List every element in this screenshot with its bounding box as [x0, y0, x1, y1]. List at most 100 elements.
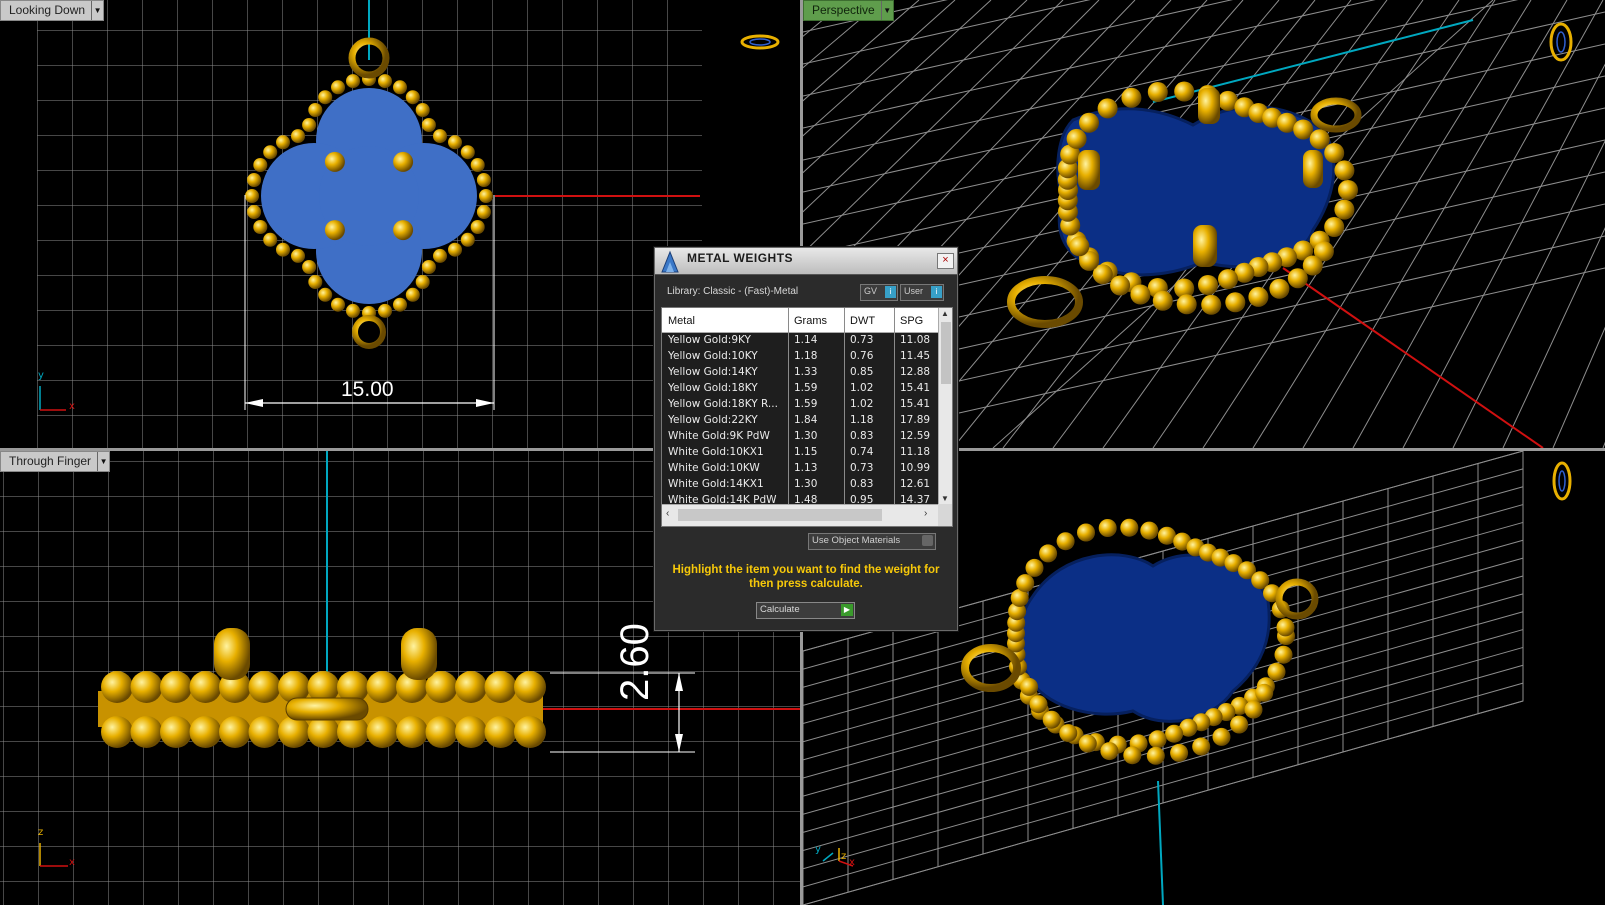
instruction-text: Highlight the item you want to find the … [672, 564, 940, 590]
cell-spg: 11.18 [900, 446, 931, 458]
cell-grams: 1.30 [794, 478, 818, 490]
column-separator [844, 308, 845, 504]
cell-metal: White Gold:10KX1 [668, 446, 764, 458]
table-row[interactable]: White Gold:10KX1 1.15 0.74 11.18 [662, 445, 938, 462]
metal-weights-table[interactable]: Metal Grams DWT SPG Yellow Gold:9KY 1.14 0… [661, 307, 953, 527]
column-header-spg[interactable]: SPG [900, 315, 923, 327]
chevron-down-icon[interactable]: ▼ [91, 1, 103, 20]
viewport-label-text: Through Finger [9, 454, 92, 468]
cell-dwt: 1.18 [850, 414, 874, 426]
table-header: Metal Grams DWT SPG [662, 308, 938, 333]
cell-spg: 11.08 [900, 334, 931, 346]
dialog-title: METAL WEIGHTS [687, 251, 794, 265]
axis-y-label: y [38, 370, 44, 381]
axis-x-label: x [849, 857, 855, 868]
calculate-button[interactable]: Calculate ▶ [756, 602, 855, 619]
use-object-materials-label: Use Object Materials [812, 535, 901, 546]
cell-grams: 1.13 [794, 462, 818, 474]
axis-z-label: z [38, 827, 44, 838]
toggle-indicator-icon [922, 535, 933, 546]
play-icon: ▶ [841, 604, 853, 616]
gv-label: GV [864, 286, 878, 296]
info-icon: i [885, 286, 896, 298]
dialog-title-bar[interactable]: METAL WEIGHTS × [655, 248, 957, 275]
cell-metal: White Gold:9K PdW [668, 430, 770, 442]
viewport-label-perspective[interactable]: Perspective ▼ [803, 0, 894, 21]
table-row[interactable]: Yellow Gold:14KY 1.33 0.85 12.88 [662, 365, 938, 382]
horizontal-scrollbar[interactable]: ‹ › [662, 504, 938, 526]
table-row[interactable]: Yellow Gold:9KY 1.14 0.73 11.08 [662, 333, 938, 350]
user-toggle[interactable]: User i [900, 284, 944, 301]
cell-metal: White Gold:10KW [668, 462, 760, 474]
cell-grams: 1.59 [794, 382, 818, 394]
info-icon: i [931, 286, 942, 298]
cell-dwt: 0.74 [850, 446, 874, 458]
cell-dwt: 0.73 [850, 462, 874, 474]
cell-metal: Yellow Gold:22KY [668, 414, 758, 426]
vertical-scrollbar[interactable]: ▲ ▼ [938, 308, 952, 504]
cell-grams: 1.18 [794, 350, 818, 362]
use-object-materials-toggle[interactable]: Use Object Materials [808, 533, 936, 550]
axis-x-label: x [69, 857, 75, 868]
flask-icon [661, 250, 679, 273]
table-row[interactable]: Yellow Gold:18KY 1.59 1.02 15.41 [662, 381, 938, 398]
close-button[interactable]: × [937, 253, 954, 269]
viewport-label-text: Looking Down [9, 3, 86, 17]
cell-metal: Yellow Gold:14KY [668, 366, 758, 378]
cell-spg: 12.61 [900, 478, 931, 490]
cell-dwt: 0.83 [850, 430, 874, 442]
chevron-down-icon[interactable]: ▼ [97, 452, 109, 471]
chevron-down-icon[interactable]: ▼ [880, 1, 893, 20]
cell-metal: Yellow Gold:18KY [668, 382, 758, 394]
chevron-left-icon[interactable]: ‹ [666, 508, 669, 519]
cell-grams: 1.30 [794, 430, 818, 442]
scrollbar-thumb[interactable] [941, 322, 951, 384]
gv-toggle[interactable]: GV i [860, 284, 898, 301]
column-header-grams[interactable]: Grams [794, 315, 827, 327]
table-row[interactable]: White Gold:10KW 1.13 0.73 10.99 [662, 461, 938, 478]
column-header-metal[interactable]: Metal [668, 315, 695, 327]
cell-spg: 11.45 [900, 350, 931, 362]
cell-grams: 1.33 [794, 366, 818, 378]
cell-metal: Yellow Gold:18KY R... [668, 398, 778, 410]
column-separator [788, 308, 789, 504]
axis-y-label: y [815, 844, 821, 855]
table-row[interactable]: Yellow Gold:22KY 1.84 1.18 17.89 [662, 413, 938, 430]
cell-metal: Yellow Gold:10KY [668, 350, 758, 362]
library-label: Library: Classic - (Fast)-Metal [667, 286, 799, 297]
viewport-label-text: Perspective [812, 3, 875, 17]
cell-spg: 15.41 [900, 398, 931, 410]
chevron-down-icon[interactable]: ▼ [941, 494, 949, 503]
table-row[interactable]: White Gold:9K PdW 1.30 0.83 12.59 [662, 429, 938, 446]
cell-spg: 15.41 [900, 382, 931, 394]
chevron-up-icon[interactable]: ▲ [941, 309, 949, 318]
table-row[interactable]: Yellow Gold:10KY 1.18 0.76 11.45 [662, 349, 938, 366]
axis-x-label: x [69, 401, 75, 412]
chevron-right-icon[interactable]: › [924, 508, 927, 519]
cell-dwt: 0.83 [850, 478, 874, 490]
table-row[interactable]: White Gold:14KX1 1.30 0.83 12.61 [662, 477, 938, 494]
calculate-label: Calculate [760, 604, 800, 615]
cell-grams: 1.14 [794, 334, 818, 346]
cell-spg: 12.88 [900, 366, 931, 378]
cell-spg: 12.59 [900, 430, 931, 442]
cell-metal: White Gold:14KX1 [668, 478, 764, 490]
cell-grams: 1.59 [794, 398, 818, 410]
column-header-dwt[interactable]: DWT [850, 315, 875, 327]
cell-dwt: 0.73 [850, 334, 874, 346]
cell-dwt: 0.76 [850, 350, 874, 362]
dimension-width-label: 15.00 [341, 378, 394, 401]
viewport-label-looking-down[interactable]: Looking Down ▼ [0, 0, 105, 21]
user-label: User [904, 286, 924, 296]
viewport-label-through-finger[interactable]: Through Finger ▼ [0, 451, 111, 472]
cell-spg: 17.89 [900, 414, 931, 426]
column-separator [894, 308, 895, 504]
table-row[interactable]: Yellow Gold:18KY R... 1.59 1.02 15.41 [662, 397, 938, 414]
cell-grams: 1.84 [794, 414, 818, 426]
cell-metal: Yellow Gold:9KY [668, 334, 751, 346]
cell-spg: 10.99 [900, 462, 931, 474]
axis-z-label: z [841, 851, 847, 862]
scrollbar-thumb[interactable] [678, 509, 882, 521]
cell-dwt: 1.02 [850, 398, 874, 410]
cell-grams: 1.15 [794, 446, 818, 458]
